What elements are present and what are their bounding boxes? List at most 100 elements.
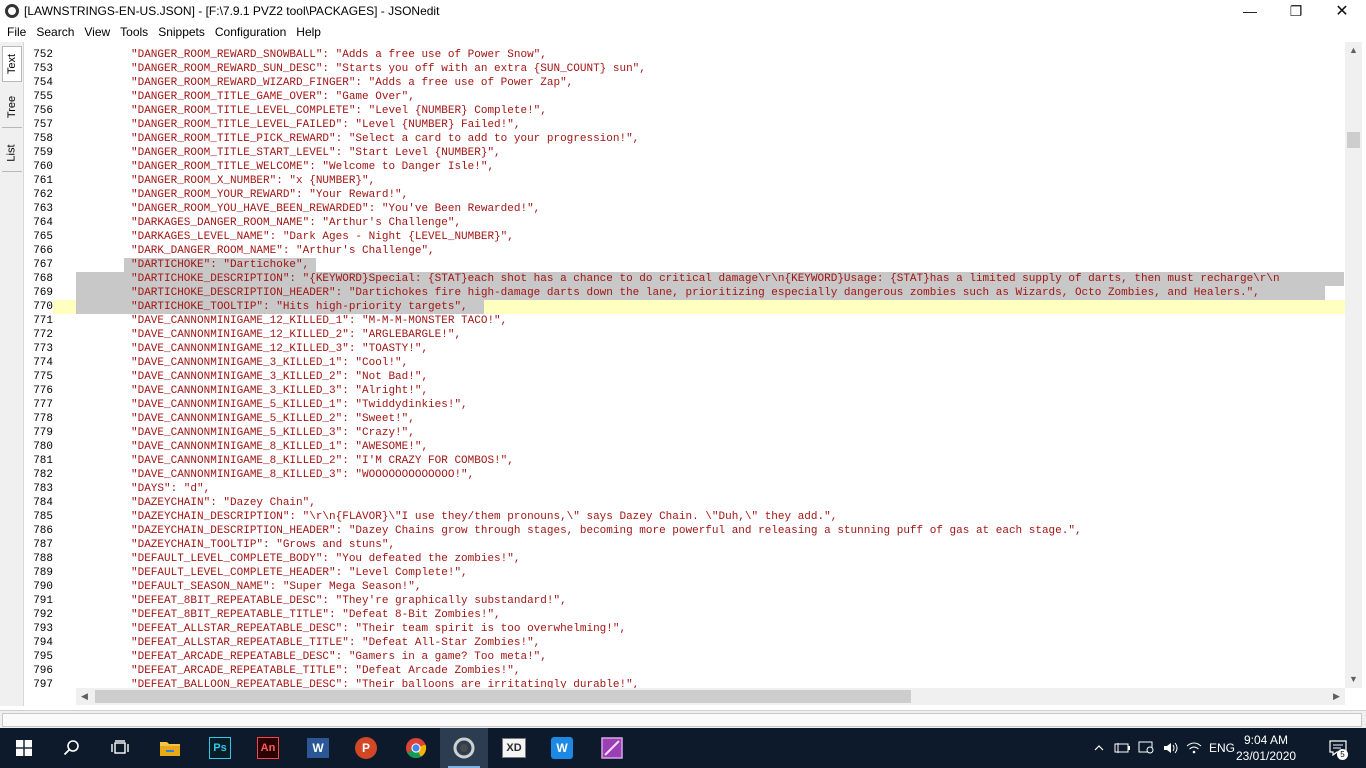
start-button[interactable]: [0, 728, 48, 768]
editor-line: 765 "DARKAGES_LEVEL_NAME": "Dark Ages - N…: [24, 230, 1345, 244]
scroll-right-arrow-icon[interactable]: ▶: [1328, 688, 1345, 705]
editor-line: 758 "DANGER_ROOM_TITLE_PICK_REWARD": "Sel…: [24, 132, 1345, 146]
word-taskbar-button[interactable]: W: [294, 728, 342, 768]
editor-line: 785 "DAZEYCHAIN_DESCRIPTION": "\r\n{FLAVO…: [24, 510, 1345, 524]
line-number: 767: [33, 259, 53, 271]
menu-file[interactable]: File: [2, 22, 31, 42]
code-text: "DANGER_ROOM_TITLE_LEVEL_FAILED": "Level…: [131, 119, 521, 131]
editor-line: 781 "DAVE_CANNONMINIGAME_8_KILLED_2": "I'…: [24, 454, 1345, 468]
adobe-an-icon: An: [257, 737, 279, 759]
device-tray-button[interactable]: [1136, 728, 1158, 768]
maximize-button[interactable]: ❐: [1273, 0, 1319, 22]
editor-line: 797 "DEFEAT_BALLOON_REPEATABLE_DESC": "Th…: [24, 678, 1345, 688]
powerpoint-taskbar-button[interactable]: P: [342, 728, 390, 768]
language-indicator[interactable]: ENG: [1206, 728, 1238, 768]
code-text: "DAVE_CANNONMINIGAME_3_KILLED_2": "Not B…: [131, 371, 429, 383]
line-number: 771: [33, 315, 53, 327]
code-text: "DEFEAT_ARCADE_REPEATABLE_DESC": "Gamers…: [131, 651, 547, 663]
status-bar: [0, 710, 1366, 728]
status-field: [2, 713, 1362, 727]
code-text: "DARKAGES_LEVEL_NAME": "Dark Ages - Nigh…: [131, 231, 514, 243]
text-editor[interactable]: 752 "DANGER_ROOM_REWARD_SNOWBALL": "Adds …: [24, 42, 1345, 688]
horizontal-scrollbar[interactable]: ◀ ▶: [76, 688, 1345, 705]
window-title: [LAWNSTRINGS-EN-US.JSON] - [F:\7.9.1 PVZ…: [24, 4, 440, 18]
minimize-button[interactable]: —: [1227, 0, 1273, 22]
purple-app-taskbar-button[interactable]: [588, 728, 636, 768]
photoshop-taskbar-button[interactable]: Ps: [196, 728, 244, 768]
line-number: 769: [33, 287, 53, 299]
menu-help[interactable]: Help: [291, 22, 326, 42]
menu-view[interactable]: View: [79, 22, 115, 42]
line-number: 762: [33, 189, 53, 201]
tab-text[interactable]: Text: [2, 46, 22, 82]
tab-list[interactable]: List: [2, 134, 22, 172]
menu-configuration[interactable]: Configuration: [210, 22, 291, 42]
line-number: 763: [33, 203, 53, 215]
code-text: "DAVE_CANNONMINIGAME_12_KILLED_3": "TOAS…: [131, 343, 429, 355]
file-explorer-taskbar-button[interactable]: [146, 728, 194, 768]
code-text: "DAVE_CANNONMINIGAME_5_KILLED_2": "Sweet…: [131, 413, 415, 425]
search-button[interactable]: [48, 728, 96, 768]
jsonedit-app-icon: [5, 4, 19, 18]
line-number: 764: [33, 217, 53, 229]
editor-line: 791 "DEFEAT_8BIT_REPEATABLE_DESC": "They'…: [24, 594, 1345, 608]
line-number: 797: [33, 679, 53, 688]
editor-line: 766 "DARK_DANGER_ROOM_NAME": "Arthur's Ch…: [24, 244, 1345, 258]
scroll-left-arrow-icon[interactable]: ◀: [76, 688, 93, 705]
menu-tools[interactable]: Tools: [115, 22, 153, 42]
scroll-up-arrow-icon[interactable]: ▲: [1345, 42, 1362, 59]
windows-taskbar: Ps An W P XD W ENG 9:04 AM 23/01/2020 5: [0, 728, 1366, 768]
network-tray-button[interactable]: [1184, 728, 1204, 768]
speaker-icon: [1164, 742, 1178, 754]
jsonedit-taskbar-button[interactable]: [440, 728, 488, 768]
line-number: 761: [33, 175, 53, 187]
line-number: 779: [33, 427, 53, 439]
line-number: 770: [24, 300, 53, 314]
code-text: "DANGER_ROOM_REWARD_SNOWBALL": "Adds a f…: [131, 49, 547, 61]
line-number: 774: [33, 357, 53, 369]
menu-snippets[interactable]: Snippets: [153, 22, 210, 42]
code-text: "DARTICHOKE_DESCRIPTION": "{KEYWORD}Spec…: [131, 273, 1280, 285]
notifications-button[interactable]: [1318, 728, 1358, 768]
battery-tray-button[interactable]: [1112, 728, 1134, 768]
line-number: 765: [33, 231, 53, 243]
horizontal-scroll-thumb[interactable]: [95, 690, 911, 703]
show-hidden-icons-button[interactable]: [1090, 728, 1108, 768]
editor-line: 761 "DANGER_ROOM_X_NUMBER": "x {NUMBER}",: [24, 174, 1345, 188]
close-button[interactable]: ✕: [1319, 0, 1365, 22]
line-number: 754: [33, 77, 53, 89]
editor-line: 753 "DANGER_ROOM_REWARD_SUN_DESC": "Start…: [24, 62, 1345, 76]
editor-line: 780 "DAVE_CANNONMINIGAME_8_KILLED_1": "AW…: [24, 440, 1345, 454]
line-number: 787: [33, 539, 53, 551]
code-text: "DARKAGES_DANGER_ROOM_NAME": "Arthur's C…: [131, 217, 462, 229]
vertical-scroll-thumb[interactable]: [1347, 132, 1360, 148]
editor-line: 763 "DANGER_ROOM_YOU_HAVE_BEEN_REWARDED":…: [24, 202, 1345, 216]
writer-taskbar-button[interactable]: W: [538, 728, 586, 768]
line-number: 795: [33, 651, 53, 663]
system-clock[interactable]: 9:04 AM 23/01/2020: [1236, 732, 1296, 764]
line-number: 793: [33, 623, 53, 635]
xd-taskbar-button[interactable]: XD: [490, 728, 538, 768]
vertical-scrollbar[interactable]: ▲ ▼: [1345, 42, 1362, 688]
code-text: "DANGER_ROOM_TITLE_START_LEVEL": "Start …: [131, 147, 501, 159]
scroll-down-arrow-icon[interactable]: ▼: [1345, 671, 1362, 688]
task-view-button[interactable]: [96, 728, 144, 768]
writer-icon-label: W: [556, 741, 568, 755]
editor-lines: 752 "DANGER_ROOM_REWARD_SNOWBALL": "Adds …: [24, 48, 1345, 688]
jsonedit-icon: [453, 737, 475, 759]
animate-taskbar-button[interactable]: An: [244, 728, 292, 768]
editor-line: 767 "DARTICHOKE": "Dartichoke",: [24, 258, 1345, 272]
line-number: 777: [33, 399, 53, 411]
editor-line: 778 "DAVE_CANNONMINIGAME_5_KILLED_2": "Sw…: [24, 412, 1345, 426]
editor-line: 769 "DARTICHOKE_DESCRIPTION_HEADER": "Dar…: [24, 286, 1345, 300]
volume-tray-button[interactable]: [1160, 728, 1182, 768]
line-number: 766: [33, 245, 53, 257]
code-text: "DEFEAT_8BIT_REPEATABLE_DESC": "They're …: [131, 595, 567, 607]
editor-line: 794 "DEFEAT_ALLSTAR_REPEATABLE_TITLE": "D…: [24, 636, 1345, 650]
chrome-taskbar-button[interactable]: [392, 728, 440, 768]
menu-search[interactable]: Search: [31, 22, 79, 42]
xd-icon-label: XD: [506, 742, 522, 754]
line-number: 794: [33, 637, 53, 649]
tab-tree[interactable]: Tree: [2, 86, 22, 128]
code-text: "DEFAULT_LEVEL_COMPLETE_BODY": "You defe…: [131, 553, 521, 565]
